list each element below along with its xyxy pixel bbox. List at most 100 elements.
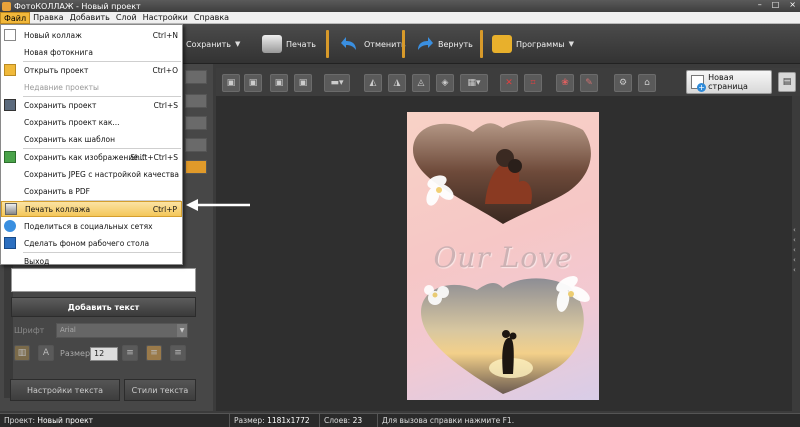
folder-icon bbox=[4, 64, 16, 76]
delete-icon[interactable]: ✕ bbox=[500, 74, 518, 92]
send-backward-icon[interactable]: ▣ bbox=[270, 74, 288, 92]
status-help: Для вызова справки нажмите F1. bbox=[382, 415, 515, 425]
new-page-button[interactable]: Новая страница bbox=[686, 70, 772, 94]
panel-tab[interactable] bbox=[185, 70, 207, 84]
chevron-down-icon[interactable]: ▼ bbox=[569, 40, 574, 48]
status-project: Проект: Новый проект bbox=[0, 413, 230, 427]
size-label: Размер bbox=[60, 349, 91, 358]
chevron-down-icon[interactable]: ▼ bbox=[177, 324, 187, 337]
menu-help[interactable]: Справка bbox=[191, 12, 232, 24]
font-value: Arial bbox=[60, 326, 76, 334]
panel-tab[interactable] bbox=[185, 94, 207, 108]
menu-edit[interactable]: Правка bbox=[30, 12, 66, 24]
text-color-icon[interactable]: ▥ bbox=[14, 345, 30, 361]
align-left-icon[interactable]: ≡ bbox=[122, 345, 138, 361]
menu-file[interactable]: Файл bbox=[0, 11, 31, 24]
menu-item-open-project[interactable]: Открыть проект Ctrl+O bbox=[1, 62, 182, 78]
export-image-icon bbox=[4, 151, 16, 163]
status-project-value: Новый проект bbox=[37, 415, 94, 425]
menu-item-new-photobook[interactable]: Новая фотокнига bbox=[1, 44, 182, 60]
programs-button[interactable]: Программы ▼ bbox=[492, 32, 574, 56]
flip-icon[interactable]: ◭ bbox=[364, 74, 382, 92]
menu-settings[interactable]: Настройки bbox=[140, 12, 191, 24]
bring-forward-icon[interactable]: ▣ bbox=[244, 74, 262, 92]
title-bar: ФотоКОЛЛАЖ - Новый проект – □ × bbox=[0, 0, 800, 12]
redo-label: Вернуть bbox=[438, 39, 473, 49]
menu-item-save-project[interactable]: Сохранить проект Ctrl+S bbox=[1, 97, 182, 113]
toolbar-divider bbox=[480, 30, 483, 58]
save-button[interactable]: Сохранить ▼ bbox=[186, 32, 240, 56]
printer-icon bbox=[262, 35, 282, 53]
couple-head bbox=[508, 159, 522, 173]
status-size: Размер: 1181x1772 bbox=[230, 413, 320, 427]
menu-item-share[interactable]: Поделиться в социальных сетях bbox=[1, 218, 182, 234]
programs-label: Программы bbox=[516, 39, 565, 49]
lock-icon[interactable]: ⌂ bbox=[638, 74, 656, 92]
align-icon[interactable]: ▬▾ bbox=[324, 74, 350, 92]
effects-icon[interactable]: ❀ bbox=[556, 74, 574, 92]
panel-tab[interactable] bbox=[185, 138, 207, 152]
font-label: Шрифт bbox=[14, 326, 45, 335]
chevron-down-icon[interactable]: ▼ bbox=[235, 40, 240, 48]
redo-button[interactable]: Вернуть bbox=[414, 32, 473, 56]
panel-tab-active[interactable] bbox=[185, 160, 207, 174]
our-love-text[interactable]: Our Love bbox=[407, 241, 599, 274]
mask-icon[interactable]: ✎ bbox=[580, 74, 598, 92]
close-button[interactable]: × bbox=[789, 0, 796, 9]
menu-item-set-wallpaper[interactable]: Сделать фоном рабочего стола bbox=[1, 235, 182, 251]
status-size-value: 1181x1772 bbox=[267, 415, 310, 425]
undo-icon bbox=[340, 35, 360, 53]
add-text-button[interactable]: Добавить текст bbox=[11, 297, 196, 317]
couple-head bbox=[502, 330, 510, 338]
menu-bar: Файл Правка Добавить Слой Настройки Спра… bbox=[0, 11, 800, 24]
window-title: ФотоКОЛЛАЖ - Новый проект bbox=[14, 1, 141, 11]
mirror-vertical-icon[interactable]: ◬ bbox=[412, 74, 430, 92]
frame-icon[interactable]: ▦▾ bbox=[460, 74, 488, 92]
mirror-horizontal-icon[interactable]: ◮ bbox=[388, 74, 406, 92]
align-center-icon[interactable]: ≡ bbox=[146, 345, 162, 361]
collage-page[interactable]: Our Love bbox=[407, 112, 599, 400]
pages-icon[interactable]: ▤ bbox=[778, 72, 796, 92]
crop-icon[interactable]: ⌗ bbox=[524, 74, 542, 92]
toolbar-divider bbox=[326, 30, 329, 58]
font-select[interactable]: Arial ▼ bbox=[56, 323, 188, 338]
redo-icon bbox=[414, 35, 434, 53]
window-controls: – □ × bbox=[758, 0, 796, 9]
menu-item-new-collage[interactable]: Новый коллаж Ctrl+N bbox=[1, 27, 182, 43]
menu-item-save-jpeg[interactable]: Сохранить JPEG с настройкой качества bbox=[1, 166, 182, 182]
size-input[interactable]: 12 bbox=[90, 347, 118, 361]
printer-icon bbox=[5, 203, 17, 215]
maximize-button[interactable]: □ bbox=[772, 0, 780, 9]
menu-layer[interactable]: Слой bbox=[113, 12, 140, 24]
status-bar: Проект: Новый проект Размер: 1181x1772 С… bbox=[0, 413, 800, 427]
menu-item-exit[interactable]: Выход bbox=[1, 253, 182, 269]
print-label: Печать bbox=[286, 39, 316, 49]
new-page-icon bbox=[691, 75, 707, 92]
new-file-icon bbox=[4, 29, 16, 41]
menu-item-save-template[interactable]: Сохранить как шаблон bbox=[1, 131, 182, 147]
menu-add[interactable]: Добавить bbox=[67, 12, 113, 24]
menu-item-save-pdf[interactable]: Сохранить в PDF bbox=[1, 183, 182, 199]
status-layers: Слоев: 23 bbox=[320, 413, 378, 427]
couple-head bbox=[509, 332, 517, 340]
panel-collapse-arrows[interactable]: ‹ ‹ ‹ ‹ ‹ bbox=[793, 225, 800, 275]
minimize-button[interactable]: – bbox=[758, 0, 762, 9]
text-input[interactable] bbox=[11, 268, 196, 292]
panel-tab[interactable] bbox=[185, 116, 207, 130]
print-button[interactable]: Печать bbox=[262, 32, 316, 56]
rotate-icon[interactable]: ◈ bbox=[436, 74, 454, 92]
menu-item-save-project-as[interactable]: Сохранить проект как... bbox=[1, 114, 182, 130]
text-settings-button[interactable]: Настройки текста bbox=[10, 379, 120, 401]
send-back-icon[interactable]: ▣ bbox=[294, 74, 312, 92]
status-layers-value: 23 bbox=[352, 415, 363, 425]
gift-icon bbox=[492, 35, 512, 53]
bring-front-icon[interactable]: ▣ bbox=[222, 74, 240, 92]
gear-icon[interactable]: ⚙ bbox=[614, 74, 632, 92]
save-label: Сохранить bbox=[186, 39, 231, 49]
undo-button[interactable]: Отменить bbox=[340, 32, 406, 56]
menu-item-save-image[interactable]: Сохранить как изображение... Shift+Ctrl+… bbox=[1, 149, 182, 165]
align-right-icon[interactable]: ≡ bbox=[170, 345, 186, 361]
text-styles-button[interactable]: Стили текста bbox=[124, 379, 196, 401]
font-style-icon[interactable]: A bbox=[38, 345, 54, 361]
menu-item-print-collage[interactable]: Печать коллажа Ctrl+P bbox=[1, 201, 182, 217]
